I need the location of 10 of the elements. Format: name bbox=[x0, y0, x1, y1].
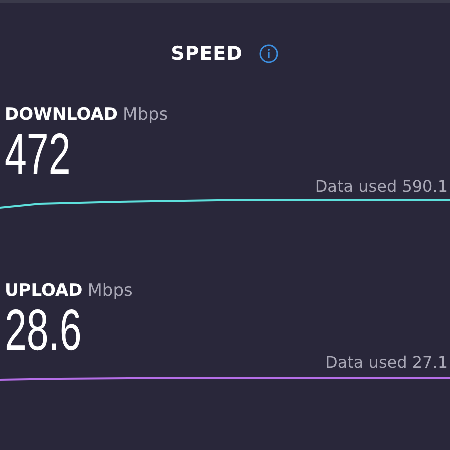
speed-value: 472 bbox=[5, 125, 71, 185]
section-title: SPEED bbox=[171, 43, 243, 65]
test-label: DOWNLOAD bbox=[5, 105, 118, 125]
unit-label: Mbps bbox=[88, 281, 133, 301]
speed-value: 28.6 bbox=[5, 301, 82, 361]
data-used-text: Data used 590.1 bbox=[315, 177, 448, 196]
info-icon[interactable] bbox=[258, 44, 279, 64]
data-used-text: Data used 27.1 bbox=[326, 353, 448, 372]
test-label: UPLOAD bbox=[5, 281, 83, 301]
unit-label: Mbps bbox=[123, 105, 168, 125]
